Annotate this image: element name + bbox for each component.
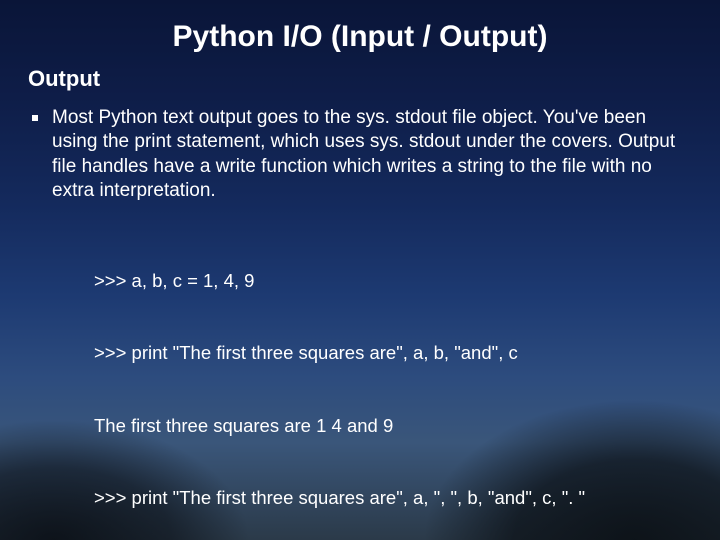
code-line: >>> print "The first three squares are",… xyxy=(94,341,692,365)
code-block: >>> a, b, c = 1, 4, 9 >>> print "The fir… xyxy=(94,221,692,540)
slide-title: Python I/O (Input / Output) xyxy=(28,20,692,54)
bullet-row: Most Python text output goes to the sys.… xyxy=(28,106,692,203)
section-heading: Output xyxy=(28,66,692,92)
code-line: The first three squares are 1 4 and 9 xyxy=(94,414,692,438)
code-line: >>> print "The first three squares are",… xyxy=(94,486,692,510)
bullet-text: Most Python text output goes to the sys.… xyxy=(52,106,692,203)
bullet-dot-icon xyxy=(32,115,38,121)
code-line: >>> a, b, c = 1, 4, 9 xyxy=(94,269,692,293)
slide: Python I/O (Input / Output) Output Most … xyxy=(0,0,720,540)
